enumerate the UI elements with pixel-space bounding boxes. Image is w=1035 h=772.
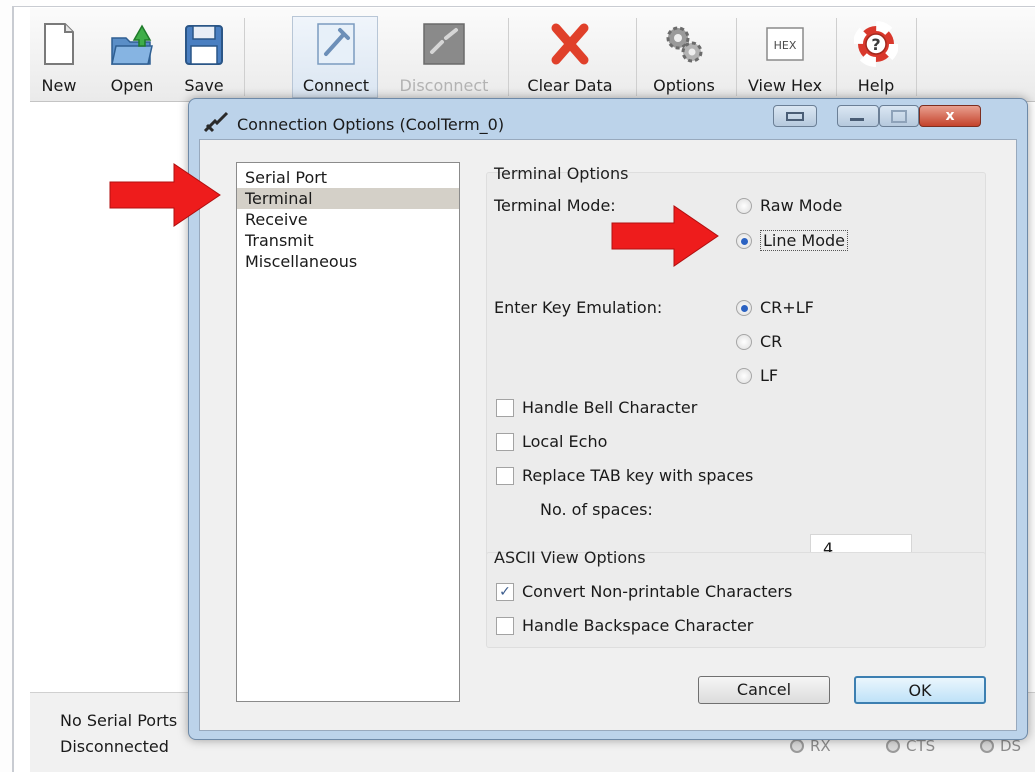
category-terminal[interactable]: Terminal [237,188,459,209]
convert-nonprintable-checkbox[interactable]: ✓ [496,582,514,601]
replace-tab-option[interactable]: Replace TAB key with spaces [496,466,753,485]
minimize-icon [850,118,864,121]
terminal-mode-label: Terminal Mode: [494,196,616,215]
handle-backspace-checkbox[interactable] [496,616,514,635]
clear-data-button[interactable]: Clear Data [520,14,620,100]
dialog-body: Serial Port Terminal Receive Transmit Mi… [199,139,1017,731]
connection-options-dialog: Connection Options (CoolTerm_0) x Serial… [188,98,1028,740]
cr-option[interactable]: CR [736,332,782,351]
convert-nonprintable-label: Convert Non-printable Characters [522,582,793,601]
connect-label: Connect [302,76,370,95]
toolbar-separator [636,18,637,96]
disconnect-plug-icon [423,23,465,65]
lf-radio[interactable] [736,367,752,384]
help-label: Help [857,76,895,95]
crlf-option[interactable]: CR+LF [736,298,814,317]
connect-plug-icon [317,23,355,65]
open-folder-icon [111,24,153,65]
port-status: No Serial Ports [60,711,178,730]
line-mode-label: Line Mode [760,230,849,251]
restore-button[interactable] [773,105,817,127]
replace-tab-label: Replace TAB key with spaces [522,466,754,485]
handle-backspace-option[interactable]: Handle Backspace Character [496,616,753,635]
lf-label: LF [760,366,779,385]
options-button[interactable]: Options [644,14,724,100]
new-file-icon [44,23,74,65]
toolbar-separator [836,18,837,96]
hex-icon-text: HEX [774,39,797,52]
gears-icon [666,26,703,63]
hex-icon: HEX [766,27,804,61]
raw-mode-label: Raw Mode [760,196,843,215]
red-x-icon [551,23,589,65]
ok-button[interactable]: OK [854,676,986,704]
category-transmit[interactable]: Transmit [237,230,459,251]
options-label: Options [653,76,715,95]
cr-label: CR [760,332,783,351]
local-echo-label: Local Echo [522,432,608,451]
toolbar-separator [508,18,509,96]
toolbar-separator [736,18,737,96]
ascii-view-options-title: ASCII View Options [494,548,646,567]
cancel-button[interactable]: Cancel [698,676,830,704]
raw-mode-option[interactable]: Raw Mode [736,196,842,215]
minimize-button[interactable] [837,105,879,127]
category-list[interactable]: Serial Port Terminal Receive Transmit Mi… [236,162,460,702]
help-button[interactable]: ? Help [844,14,908,100]
open-button[interactable]: Open [102,14,162,100]
replace-tab-checkbox[interactable] [496,466,514,485]
handle-bell-checkbox[interactable] [496,398,514,417]
cr-radio[interactable] [736,333,752,350]
connection-status: Disconnected [60,737,169,756]
crlf-radio[interactable] [736,299,752,316]
convert-nonprintable-option[interactable]: ✓ Convert Non-printable Characters [496,582,792,601]
annotation-arrow-terminal-icon [109,163,221,227]
lf-option[interactable]: LF [736,366,778,385]
local-echo-option[interactable]: Local Echo [496,432,607,451]
handle-bell-option[interactable]: Handle Bell Character [496,398,697,417]
local-echo-checkbox[interactable] [496,432,514,451]
floppy-disk-icon [185,25,223,65]
toolbar-separator [916,18,917,96]
restore-icon [786,112,804,121]
disconnect-label: Disconnect [399,76,489,95]
annotation-arrow-line-mode-icon [611,205,719,267]
toolbar-separator [244,18,245,96]
open-label: Open [110,76,154,95]
spaces-label: No. of spaces: [540,500,653,519]
maximize-button[interactable] [879,105,919,127]
view-hex-label: View Hex [747,76,823,95]
dsr-led-icon [980,739,994,753]
cts-led-icon [886,739,900,753]
handle-bell-label: Handle Bell Character [522,398,698,417]
save-button[interactable]: Save [178,14,230,100]
line-mode-option[interactable]: Line Mode [736,230,849,251]
category-serial-port[interactable]: Serial Port [237,167,459,188]
help-icon-text: ? [871,35,880,54]
toolbar: New Open Save Connect Disconnect Clear D… [30,8,1035,102]
connect-button[interactable]: Connect [294,14,378,100]
coolterm-app-icon [203,111,229,133]
raw-mode-radio[interactable] [736,197,752,214]
lifebuoy-icon: ? [854,21,898,67]
view-hex-button[interactable]: HEX View Hex [742,14,828,100]
handle-backspace-label: Handle Backspace Character [522,616,754,635]
category-receive[interactable]: Receive [237,209,459,230]
dialog-title: Connection Options (CoolTerm_0) [237,115,505,134]
line-mode-radio[interactable] [736,232,752,249]
clear-data-label: Clear Data [527,76,613,95]
disconnect-button[interactable]: Disconnect [392,14,496,100]
crlf-label: CR+LF [760,298,814,317]
save-label: Save [184,76,224,95]
rx-led-icon [790,739,804,753]
terminal-options-title: Terminal Options [494,164,629,183]
maximize-icon [891,110,907,123]
close-button[interactable]: x [919,105,981,127]
enter-key-emulation-label: Enter Key Emulation: [494,298,663,317]
new-label: New [41,76,77,95]
category-miscellaneous[interactable]: Miscellaneous [237,251,459,272]
close-icon: x [945,108,955,124]
new-button[interactable]: New [34,14,84,100]
